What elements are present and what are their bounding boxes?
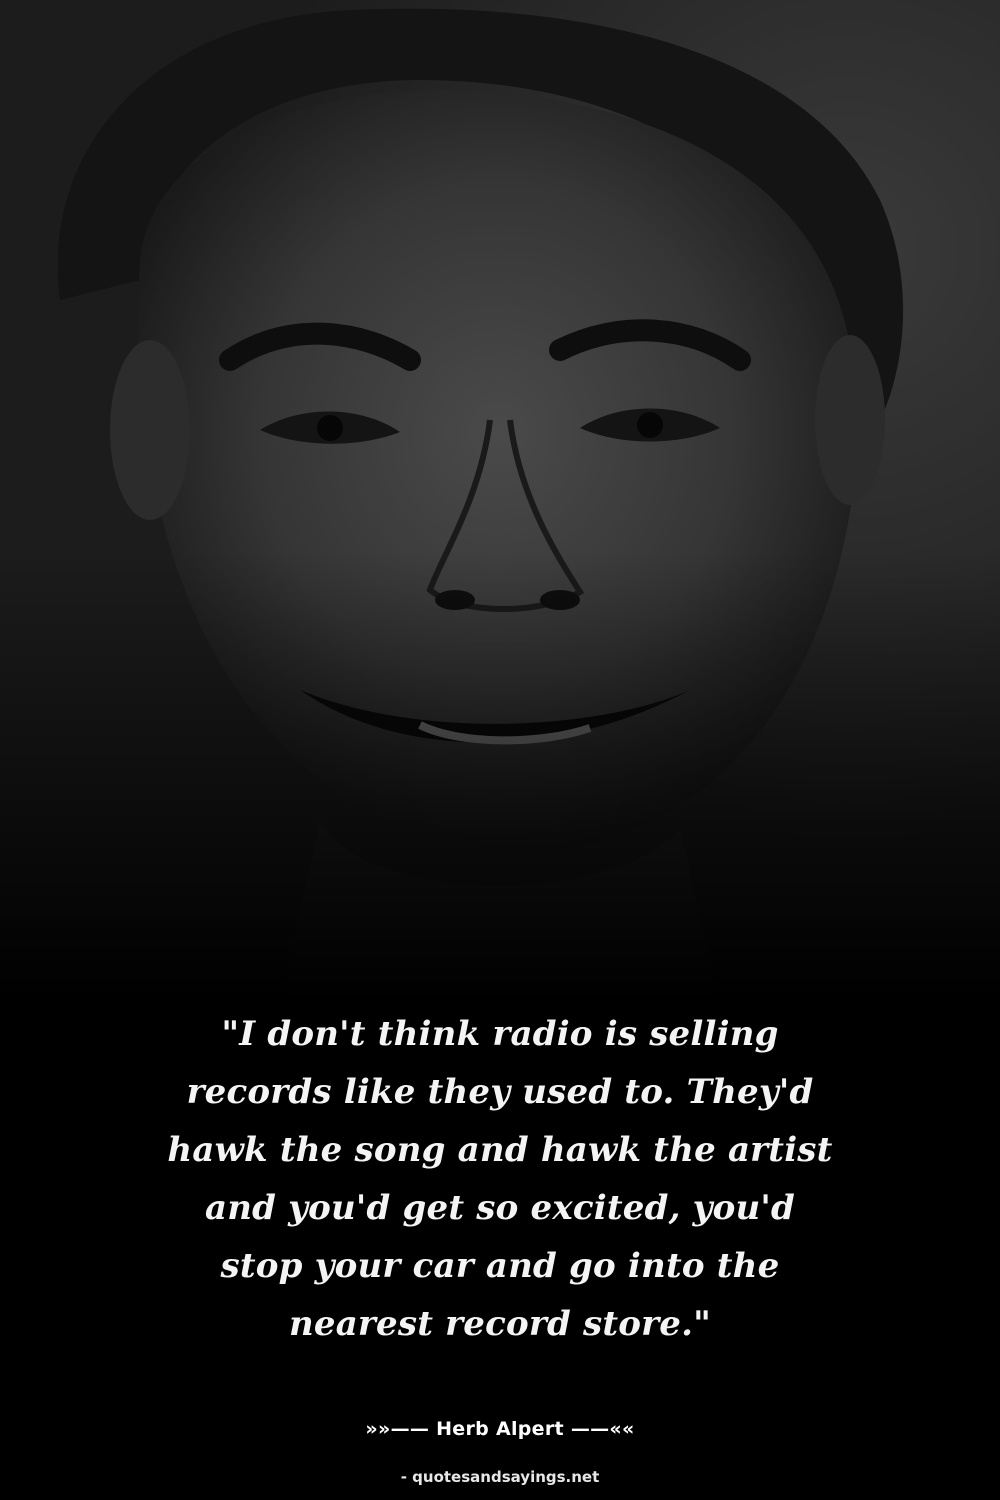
quote-line: hawk the song and hawk the artist [167,1130,833,1170]
source-credit: - quotesandsayings.net [400,1468,600,1486]
quote-line: and you'd get so excited, you'd [205,1188,795,1228]
quote-line: records like they used to. They'd [186,1072,814,1112]
quote-author: »»—— Herb Alpert ——«« [365,1418,635,1440]
quote-poster: "I don't think radio is selling records … [0,0,1000,1500]
portrait-photo [0,0,1000,1000]
quote-line: nearest record store." [288,1304,712,1344]
quote-line: "I don't think radio is selling [221,1014,779,1054]
quote-line: stop your car and go into the [220,1246,780,1286]
quote-text: "I don't think radio is selling records … [100,1005,900,1353]
